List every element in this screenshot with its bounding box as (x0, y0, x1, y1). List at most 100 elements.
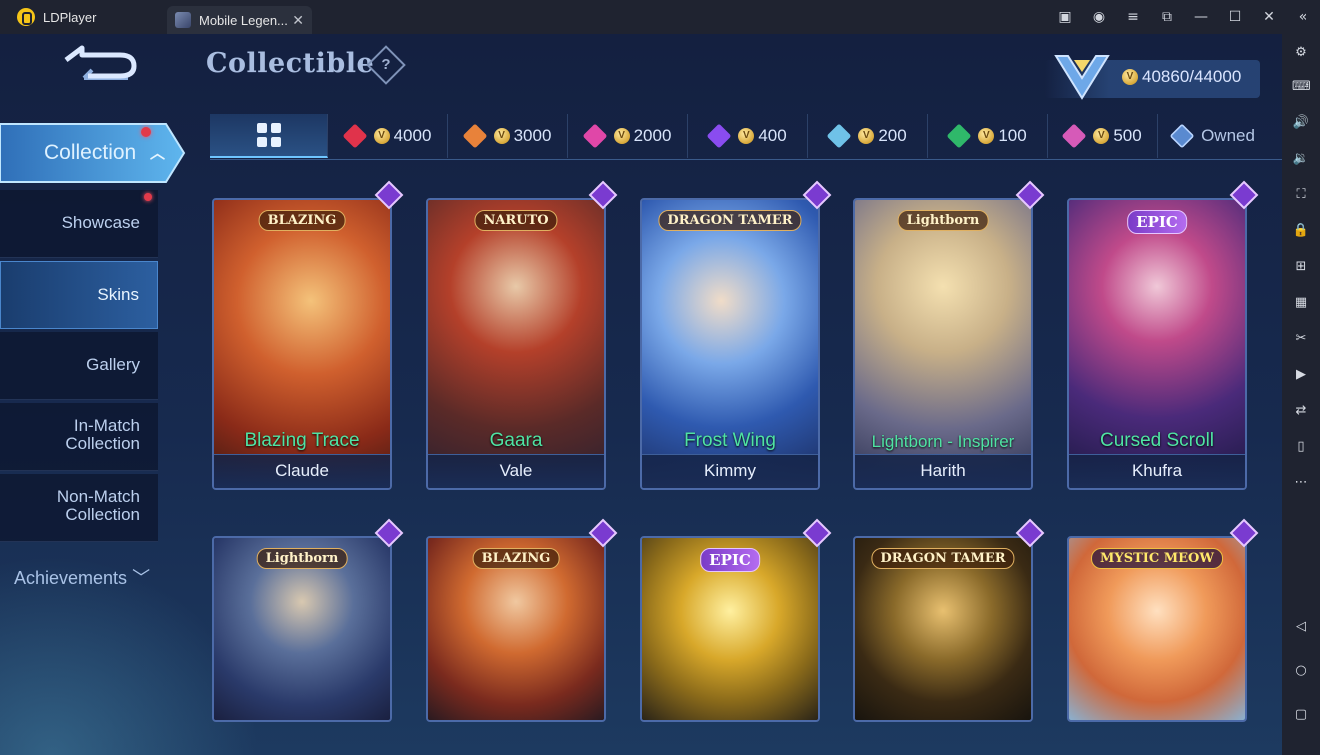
filter-100[interactable]: V 100 (928, 114, 1048, 158)
nav-skins[interactable]: Skins (0, 261, 158, 329)
series-logo: DRAGON TAMER (871, 548, 1015, 569)
collection-points: V 40860/44000 (1122, 67, 1241, 87)
coin-icon: V (493, 128, 510, 144)
game-viewport: Collectible ? V 40860/44000 Collection ︿… (0, 34, 1282, 755)
hero-name: Kimmy (642, 454, 818, 488)
rarity-filter-bar: V 4000 V 3000 V 2000 V 400 V 200 V 100 V… (210, 114, 1282, 160)
skin-name: Cursed Scroll (1099, 430, 1215, 451)
nav-non-match-collection[interactable]: Non-Match Collection (0, 474, 158, 542)
purple-diamond-badge-icon (1015, 180, 1045, 210)
series-logo: MYSTIC MEOW (1091, 548, 1223, 569)
purple-diamond-badge-icon (802, 518, 832, 548)
skin-card[interactable]: DRAGON TAMER (853, 536, 1033, 722)
series-logo: DRAGON TAMER (658, 210, 802, 231)
apk-install-icon[interactable]: ▦ (1292, 294, 1310, 312)
skin-card[interactable]: Lightborn Lightborn - Inspirer Harith (853, 198, 1033, 490)
green-gem-icon (946, 123, 972, 149)
series-logo: Lightborn (256, 548, 348, 569)
volume-up-icon[interactable]: 🔊 (1292, 114, 1310, 132)
purple-diamond-badge-icon (1229, 180, 1259, 210)
record-icon[interactable]: ▶ (1292, 366, 1310, 384)
filter-label: 200 (878, 126, 907, 145)
skin-card[interactable]: DRAGON TAMER Frost Wing Kimmy (640, 198, 820, 490)
tab-label: Mobile Legen... (199, 12, 288, 28)
tab-mobile-legends[interactable]: Mobile Legen... ✕ (167, 6, 312, 34)
skin-card[interactable]: MYSTIC MEOW (1067, 536, 1247, 722)
popout-icon[interactable]: ⧉ (1150, 9, 1184, 25)
nav-achievements[interactable]: Achievements ﹀ (14, 564, 150, 590)
orange-gem-icon (462, 123, 488, 149)
filter-label: 3000 (513, 126, 552, 145)
nav-skins-label: Skins (97, 285, 139, 304)
menu-icon[interactable]: ≡ (1116, 9, 1150, 25)
filter-200[interactable]: V 200 (808, 114, 928, 158)
lock-icon[interactable]: 🔒 (1292, 222, 1310, 240)
skin-card[interactable]: EPIC Cursed Scroll Khufra (1067, 198, 1247, 490)
filter-owned[interactable]: Owned (1158, 114, 1268, 158)
purple-diamond-badge-icon (1015, 518, 1045, 548)
settings-icon[interactable]: ⚙ (1292, 44, 1310, 62)
filter-500[interactable]: V 500 (1048, 114, 1158, 158)
account-icon[interactable]: ◉ (1082, 9, 1116, 25)
add-instance-icon[interactable]: ⊞ (1292, 258, 1310, 276)
nav-showcase[interactable]: Showcase (0, 190, 158, 258)
help-icon-glyph: ? (381, 56, 391, 73)
maximize-icon[interactable]: ☐ (1218, 9, 1252, 25)
nav-showcase-label: Showcase (61, 213, 140, 232)
close-icon[interactable]: ✕ (1252, 9, 1286, 25)
back-arrow-icon[interactable] (58, 42, 140, 86)
collection-points-value: 40860/44000 (1142, 67, 1242, 86)
filter-3000[interactable]: V 3000 (448, 114, 568, 158)
series-logo: Lightborn (897, 210, 989, 231)
store-icon[interactable]: ▣ (1048, 9, 1082, 25)
shake-icon[interactable]: ▯ (1292, 438, 1310, 456)
multicolor-gem-icon (1061, 123, 1087, 149)
skin-card[interactable]: Lightborn (212, 536, 392, 722)
filter-2000[interactable]: V 2000 (568, 114, 688, 158)
nav-gallery-label: Gallery (86, 355, 140, 374)
screenshot-icon[interactable]: ⛶ (1292, 186, 1310, 204)
skin-card[interactable]: BLAZING (426, 536, 606, 722)
coin-icon: V (1122, 69, 1138, 85)
coin-icon: V (978, 128, 995, 144)
sync-icon[interactable]: ⇄ (1292, 402, 1310, 420)
filter-400[interactable]: V 400 (688, 114, 808, 158)
volume-down-icon[interactable]: 🔉 (1292, 150, 1310, 168)
more-icon[interactable]: ⋯ (1292, 474, 1310, 492)
filter-all[interactable] (210, 114, 328, 158)
notification-dot (141, 127, 151, 137)
skin-name: Gaara (489, 430, 543, 451)
hero-name: Claude (214, 454, 390, 488)
tab-close-icon[interactable]: ✕ (292, 12, 304, 29)
coin-icon: V (738, 128, 755, 144)
coin-icon: V (858, 128, 875, 144)
filter-4000[interactable]: V 4000 (328, 114, 448, 158)
nav-in-match-collection[interactable]: In-Match Collection (0, 403, 158, 471)
collapse-sidebar-icon[interactable]: « (1286, 9, 1320, 25)
blue-gem-icon (826, 123, 852, 149)
android-home-icon[interactable]: ○ (1292, 662, 1310, 680)
pink-gem-icon (582, 123, 608, 149)
purple-diamond-badge-icon (374, 180, 404, 210)
app-name: LDPlayer (43, 9, 97, 25)
notification-dot (144, 193, 152, 201)
skin-card[interactable]: NARUTO Gaara Vale (426, 198, 606, 490)
rank-emblem-icon (1054, 55, 1110, 100)
android-back-icon[interactable]: ◁ (1292, 618, 1310, 636)
keyboard-icon[interactable]: ⌨ (1292, 78, 1311, 96)
title-bar: LDPlayer Mobile Legen... ✕ ▣ ◉ ≡ ⧉ — ☐ ✕… (0, 0, 1320, 34)
android-recents-icon[interactable]: ▢ (1292, 706, 1310, 724)
filter-label: 2000 (633, 126, 672, 145)
nav-gallery[interactable]: Gallery (0, 332, 158, 400)
nav-collection[interactable] (0, 118, 186, 188)
scissors-icon[interactable]: ✂ (1292, 330, 1310, 348)
epic-badge: EPIC (1127, 210, 1187, 234)
skin-card[interactable]: EPIC (640, 536, 820, 722)
hero-name: Khufra (1069, 454, 1245, 488)
epic-badge: EPIC (700, 548, 760, 572)
minimize-icon[interactable]: — (1184, 9, 1218, 25)
nav-in-match-label: In-Match Collection (65, 416, 140, 453)
skin-card[interactable]: BLAZING Blazing Trace Claude (212, 198, 392, 490)
filter-label: 500 (1113, 126, 1142, 145)
grid-icon (256, 123, 281, 147)
